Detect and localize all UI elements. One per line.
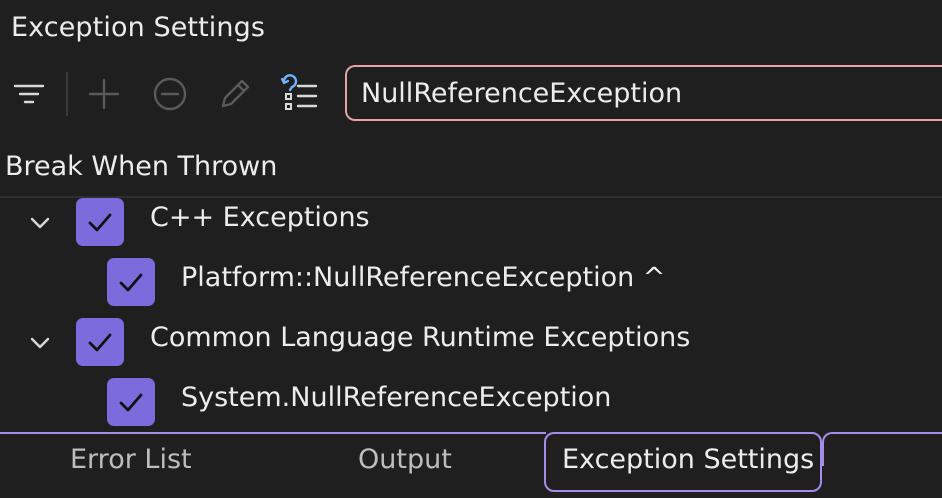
restore-defaults-button[interactable] xyxy=(280,74,320,114)
add-button[interactable] xyxy=(84,74,124,114)
minus-circle-icon xyxy=(153,77,187,111)
checkbox[interactable] xyxy=(107,378,155,426)
tree-row[interactable]: Common Language Runtime Exceptions xyxy=(0,318,942,378)
filter-button[interactable] xyxy=(9,74,49,114)
checkbox[interactable] xyxy=(76,318,124,366)
tree-item-label: Common Language Runtime Exceptions xyxy=(150,322,691,353)
tab-bar-border xyxy=(0,432,546,434)
window-title: Exception Settings xyxy=(11,12,266,43)
tree-row[interactable]: Platform::NullReferenceException ^ xyxy=(0,258,942,318)
column-header[interactable]: Break When Thrown xyxy=(0,148,942,198)
tab-exception-settings-label: Exception Settings xyxy=(562,444,815,475)
search-input[interactable] xyxy=(361,67,921,119)
plus-icon xyxy=(88,78,120,110)
toolbar-separator xyxy=(66,72,68,116)
tree-item-label: Platform::NullReferenceException ^ xyxy=(181,262,666,293)
tab-output[interactable]: Output xyxy=(358,444,452,475)
toolbar xyxy=(0,62,942,128)
checkmark-icon xyxy=(119,393,143,412)
tree-row[interactable]: C++ Exceptions xyxy=(0,198,942,258)
edit-button[interactable] xyxy=(215,74,255,114)
expand-chevron[interactable] xyxy=(27,330,53,356)
checkmark-icon xyxy=(88,333,112,352)
column-header-label: Break When Thrown xyxy=(5,151,278,182)
checkmark-icon xyxy=(88,213,112,232)
search-box xyxy=(345,65,942,121)
chevron-down-icon xyxy=(30,217,50,229)
tab-bar: Error List Output Exception Settings xyxy=(0,432,942,498)
checkmark-icon xyxy=(119,273,143,292)
restore-list-icon xyxy=(280,74,318,110)
tree-row[interactable]: System.NullReferenceException xyxy=(0,378,942,432)
tab-error-list[interactable]: Error List xyxy=(70,444,192,475)
tree-item-label: System.NullReferenceException xyxy=(181,382,612,413)
expand-chevron[interactable] xyxy=(27,210,53,236)
tab-bar-border xyxy=(822,432,942,466)
pencil-icon xyxy=(221,79,250,108)
filter-icon xyxy=(13,84,45,104)
remove-button[interactable] xyxy=(150,74,190,114)
checkbox[interactable] xyxy=(107,258,155,306)
checkbox[interactable] xyxy=(76,198,124,246)
exception-tree: C++ Exceptions Platform::NullReferenceEx… xyxy=(0,198,942,432)
chevron-down-icon xyxy=(30,337,50,349)
tree-item-label: C++ Exceptions xyxy=(150,202,370,233)
